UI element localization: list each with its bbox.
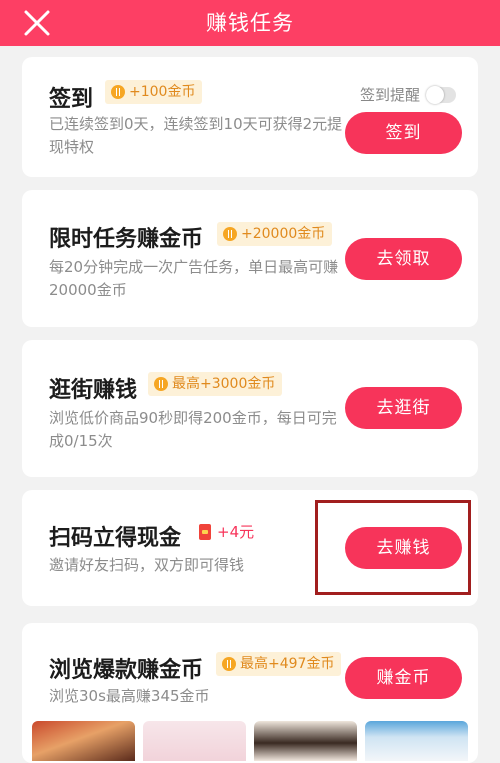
- toggle-knob: [426, 85, 444, 104]
- reward-text: +4元: [217, 523, 255, 541]
- coin-icon: [111, 85, 125, 99]
- checkin-button[interactable]: 签到: [345, 112, 462, 154]
- coin-icon: [222, 657, 236, 671]
- reward-badge: 最高+3000金币: [148, 372, 283, 396]
- task-title: 浏览爆款赚金币: [49, 658, 204, 683]
- page-title: 赚钱任务: [206, 11, 294, 35]
- claim-button[interactable]: 去领取: [345, 238, 462, 280]
- reminder-toggle[interactable]: [426, 85, 456, 104]
- reward-text: +100金币: [129, 84, 196, 100]
- reminder-label: 签到提醒: [359, 86, 420, 104]
- task-desc: 浏览30s最高赚345金币: [49, 687, 210, 705]
- task-card-hot-items: 浏览爆款赚金币 最高+497金币 浏览30s最高赚345金币 赚金币: [22, 623, 478, 763]
- task-desc: 邀请好友扫码，双方即可得钱: [49, 556, 245, 574]
- reward-badge: +20000金币: [217, 222, 333, 246]
- task-desc: 每20分钟完成一次广告任务，单日最高可赚20000金币: [49, 258, 339, 299]
- task-title: 逛街赚钱: [49, 378, 138, 403]
- product-thumbnail[interactable]: [143, 721, 246, 761]
- checkin-reminder: 签到提醒: [360, 84, 456, 105]
- reward-badge: +100金币: [105, 80, 203, 104]
- task-desc: 浏览低价商品90秒即得200金币，每日可完成0/15次: [49, 409, 337, 450]
- task-card-limited: 限时任务赚金币 +20000金币 每20分钟完成一次广告任务，单日最高可赚200…: [22, 190, 478, 327]
- task-title: 签到: [49, 87, 94, 112]
- product-thumbnails: [32, 721, 468, 761]
- product-thumbnail[interactable]: [254, 721, 357, 761]
- task-title: 限时任务赚金币: [49, 227, 204, 252]
- product-thumbnail[interactable]: [32, 721, 135, 761]
- shop-button[interactable]: 去逛街: [345, 387, 462, 429]
- coin-icon: [154, 377, 168, 391]
- red-packet-icon: [199, 524, 211, 540]
- reward-badge: +4元: [193, 520, 261, 544]
- highlight-box: [315, 500, 471, 595]
- coin-icon: [223, 227, 237, 241]
- reward-text: 最高+497金币: [240, 656, 335, 672]
- product-thumbnail[interactable]: [365, 721, 468, 761]
- reward-badge: 最高+497金币: [216, 652, 342, 676]
- earn-coins-button[interactable]: 赚金币: [345, 657, 462, 699]
- task-card-browse-shop: 逛街赚钱 最高+3000金币 浏览低价商品90秒即得200金币，每日可完成0/1…: [22, 340, 478, 477]
- reward-text: +20000金币: [241, 226, 326, 242]
- task-desc: 已连续签到0天，连续签到10天可获得2元提现特权: [49, 115, 343, 156]
- top-bar: 赚钱任务: [0, 0, 500, 46]
- task-card-checkin: 签到 +100金币 签到提醒 已连续签到0天，连续签到10天可获得2元提现特权 …: [22, 57, 478, 177]
- task-title: 扫码立得现金: [49, 526, 182, 551]
- reward-text: 最高+3000金币: [172, 376, 276, 392]
